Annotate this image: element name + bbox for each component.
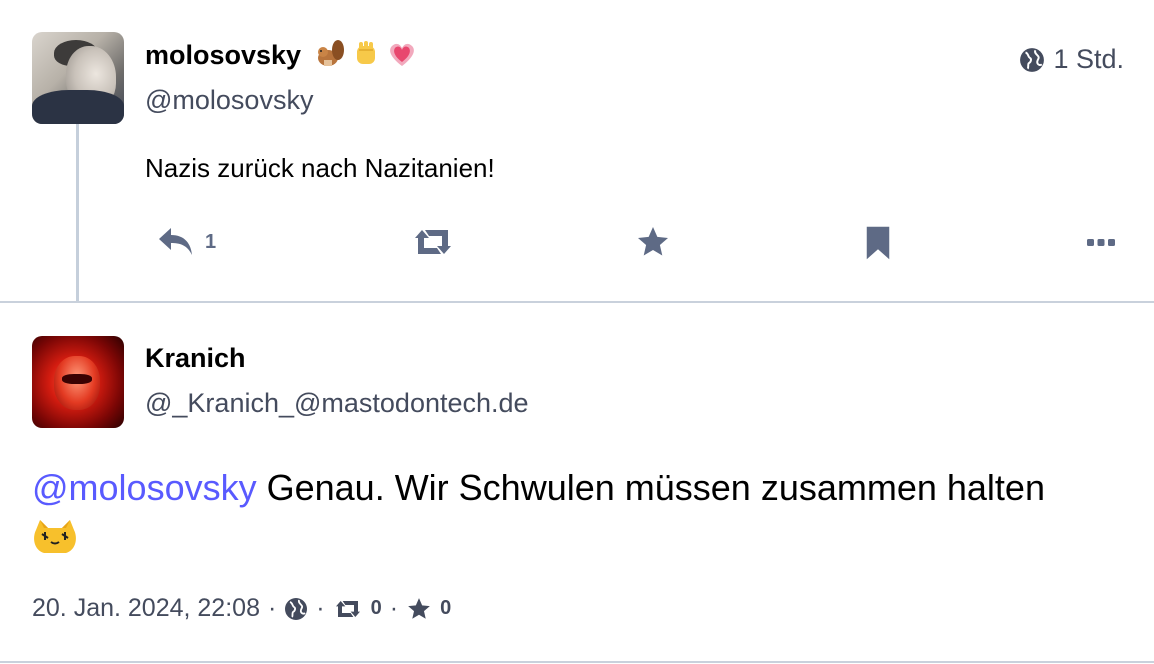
separator: · (389, 594, 399, 622)
bookmark-icon (866, 226, 890, 260)
boost-icon (415, 230, 451, 254)
favourite-count[interactable]: 0 (440, 597, 451, 620)
mention-link[interactable]: @molosovsky (32, 467, 257, 508)
thread-line (76, 124, 79, 302)
growing-heart-emoji (390, 43, 414, 66)
avatar[interactable] (32, 336, 124, 428)
status-content: @molosovsky Genau. Wir Schwulen müssen z… (32, 465, 1122, 557)
star-icon (408, 597, 430, 619)
chipmunk-emoji (318, 40, 344, 66)
separator: · (316, 594, 325, 622)
boost-icon (335, 600, 360, 617)
account-handle[interactable]: @_Kranich_@mastodontech.de (145, 388, 529, 419)
display-name[interactable]: Kranich (145, 343, 246, 374)
status-content: Nazis zurück nach Nazitanien! (145, 153, 495, 183)
reply-count: 1 (205, 230, 217, 253)
blobcat-emoji (34, 520, 76, 554)
globe-icon (1020, 47, 1045, 72)
divider (0, 301, 1154, 303)
divider (0, 661, 1154, 663)
star-icon (638, 227, 668, 256)
action-bar: 1 (145, 224, 1125, 268)
favourite-button[interactable] (635, 224, 671, 260)
account-handle[interactable]: @molosovsky (145, 85, 313, 116)
name-emojis (314, 38, 418, 70)
boost-count[interactable]: 0 (371, 597, 382, 620)
boost-button[interactable] (411, 224, 455, 260)
raised-fist-emoji (357, 41, 375, 64)
status-text: Genau. Wir Schwulen müssen zusammen halt… (256, 467, 1045, 508)
status-post-1: molosovsky @molosovsky 1 Std. Nazis zurü… (0, 0, 1154, 303)
status-meta: 20. Jan. 2024, 22:08 · · 0 · 0 (32, 594, 451, 623)
relative-time: 1 Std. (1053, 44, 1124, 74)
display-name[interactable]: molosovsky (145, 40, 301, 71)
status-date[interactable]: 20. Jan. 2024, 22:08 (32, 594, 260, 623)
avatar[interactable] (32, 32, 124, 124)
more-button[interactable] (1085, 230, 1117, 254)
ellipsis-icon (1087, 239, 1115, 246)
reply-icon (159, 228, 192, 255)
separator: · (267, 594, 277, 622)
reply-button[interactable]: 1 (157, 224, 216, 260)
bookmark-button[interactable] (863, 224, 893, 262)
globe-icon (285, 597, 308, 620)
timestamp[interactable]: 1 Std. (1019, 44, 1124, 75)
